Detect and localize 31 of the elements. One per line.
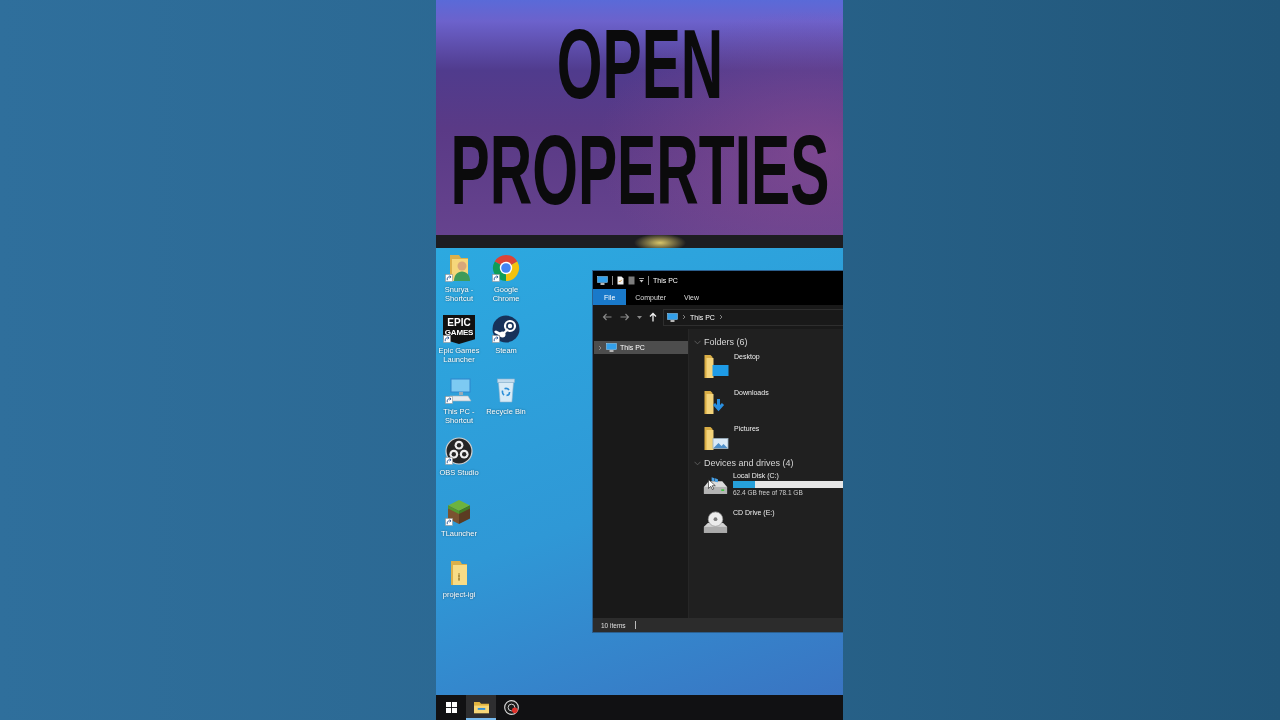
folder-icon xyxy=(473,700,489,715)
caret-icon xyxy=(637,315,642,319)
pictures-folder-icon[interactable] xyxy=(703,426,730,451)
cd-drive-icon[interactable] xyxy=(702,510,729,535)
caret-icon[interactable] xyxy=(639,277,644,283)
chevron-right-icon[interactable] xyxy=(597,344,603,351)
chevron-icon[interactable] xyxy=(718,314,723,320)
chevron-icon[interactable] xyxy=(682,314,686,320)
aperture-ring-icon[interactable] xyxy=(445,437,473,465)
logo-text: EPIC xyxy=(447,318,471,328)
grass-block-icon[interactable] xyxy=(445,498,473,526)
mouse-pointer-icon xyxy=(708,479,716,490)
computer-icon xyxy=(667,312,678,322)
tile-icon[interactable] xyxy=(628,275,635,285)
four-panes-icon xyxy=(445,702,457,713)
shield-logo[interactable]: EPIC GAMES xyxy=(443,315,475,344)
browser-icon[interactable] xyxy=(492,254,520,282)
headline: OPEN PROPERTIES xyxy=(449,11,830,223)
logo-subtext: GAMES xyxy=(444,328,474,337)
back-arrow-icon xyxy=(602,313,612,321)
record-icon xyxy=(503,700,519,715)
file-explorer-button[interactable] xyxy=(466,695,496,720)
group-header[interactable]: Devices and drives (4) xyxy=(704,458,794,468)
computer-icon xyxy=(606,343,617,352)
group-header[interactable]: Folders (6) xyxy=(704,337,748,347)
piston-logo-icon[interactable] xyxy=(492,315,520,343)
forward-arrow-icon xyxy=(620,313,630,321)
up-arrow-icon xyxy=(649,312,657,322)
desktop-folder-icon[interactable] xyxy=(703,354,730,379)
page-icon[interactable] xyxy=(617,275,624,285)
computer-icon xyxy=(597,275,608,285)
